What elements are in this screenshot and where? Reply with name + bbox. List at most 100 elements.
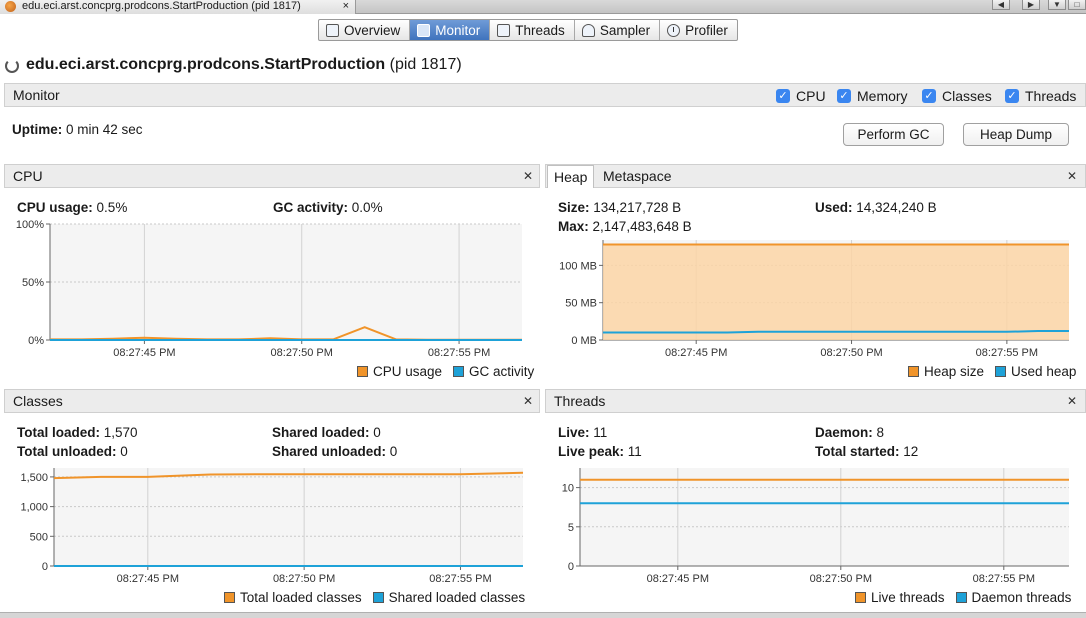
monitor-section-label: Monitor: [13, 87, 60, 103]
y-tick-label: 0: [42, 561, 48, 573]
heap-used-stat: Used: 14,324,240 B: [815, 200, 937, 215]
heap-panel-close-icon[interactable]: ✕: [1067, 169, 1077, 183]
threads-icon: [497, 23, 511, 37]
y-tick-label: 0: [568, 561, 574, 573]
view-tab-strip: Overview Monitor Threads Sampler Profile…: [318, 19, 738, 41]
total-unloaded-label: Total unloaded:: [17, 444, 117, 459]
y-tick-label: 500: [30, 531, 48, 543]
total-loaded-value: 1,570: [103, 425, 138, 440]
daemon-value: 8: [876, 425, 885, 440]
checkmark-icon: ✓: [922, 89, 936, 103]
tab-sampler-label: Sampler: [599, 22, 651, 38]
shared-loaded-swatch: [372, 592, 384, 603]
heap-max-label: Max:: [558, 219, 589, 234]
threads-checkbox-label: Threads: [1025, 88, 1077, 104]
uptime-readout: Uptime: 0 min 42 sec: [12, 122, 143, 137]
cpu-panel-close-icon[interactable]: ✕: [523, 169, 533, 183]
java-app-icon: [5, 1, 16, 12]
heap-legend-used-heap: Used heap: [1011, 364, 1077, 379]
cpu-usage-value: 0.5%: [96, 200, 128, 215]
y-tick-label: 1,000: [20, 502, 48, 514]
threads-legend-daemon: Daemon threads: [971, 590, 1072, 605]
memory-checkbox[interactable]: ✓ Memory: [837, 88, 908, 104]
perform-gc-button[interactable]: Perform GC: [843, 123, 944, 146]
threads-legend: Live threads Daemon threads: [855, 590, 1071, 605]
tab-threads[interactable]: Threads: [490, 20, 575, 40]
tab-list-icon[interactable]: ▼: [1048, 0, 1066, 10]
live-peak-label: Live peak:: [558, 444, 625, 459]
loading-spinner-icon: [5, 59, 19, 73]
tab-threads-label: Threads: [515, 22, 565, 38]
cpu-panel-title: CPU: [13, 168, 43, 184]
classes-chart: 1,500 1,000 500 0 08:27:45 PM 08:27:50 PM 08:2…: [20, 468, 524, 585]
heap-legend: Heap size Used heap: [908, 364, 1076, 379]
threads-panel-close-icon[interactable]: ✕: [1067, 394, 1077, 408]
x-tick-label: 08:27:50 PM: [273, 573, 335, 585]
close-tab-icon[interactable]: ×: [343, 0, 349, 12]
window-maximize-icon[interactable]: □: [1068, 0, 1086, 10]
total-loaded-stat: Total loaded: 1,570: [17, 425, 138, 440]
document-tab[interactable]: edu.eci.arst.concprg.prodcons.StartProdu…: [0, 0, 356, 14]
y-tick-label: 100%: [16, 220, 44, 231]
y-tick-label: 0%: [28, 335, 44, 347]
live-threads-stat: Live: 11: [558, 425, 607, 440]
tab-heap[interactable]: Heap: [547, 165, 595, 188]
x-tick-label: 08:27:50 PM: [810, 573, 872, 585]
scroll-right-icon[interactable]: ▶: [1022, 0, 1040, 10]
heap-dump-button[interactable]: Heap Dump: [963, 123, 1069, 146]
x-tick-label: 08:27:55 PM: [973, 573, 1035, 585]
shared-loaded-label: Shared loaded:: [272, 425, 370, 440]
cpu-legend-gc-activity: GC activity: [469, 364, 535, 379]
total-loaded-swatch: [224, 592, 235, 603]
shared-unloaded-label: Shared unloaded:: [272, 444, 387, 459]
threads-chart: 10 5 0 08:27:45 PM 08:27:50 PM 08:27:55 PM: [562, 468, 1069, 585]
heap-max-stat: Max: 2,147,483,648 B: [558, 219, 692, 234]
scroll-left-icon[interactable]: ◀: [992, 0, 1010, 10]
cpu-checkbox[interactable]: ✓ CPU: [776, 88, 826, 104]
tab-sampler[interactable]: Sampler: [575, 20, 661, 40]
tab-overview-label: Overview: [344, 22, 401, 38]
uptime-label: Uptime:: [12, 122, 63, 137]
live-peak-stat: Live peak: 11: [558, 444, 642, 459]
y-tick-label: 1,500: [20, 472, 48, 484]
classes-legend: Total loaded classes Shared loaded class…: [224, 590, 525, 605]
cpu-usage-stat: CPU usage: 0.5%: [17, 200, 127, 215]
threads-checkbox[interactable]: ✓ Threads: [1005, 88, 1076, 104]
uptime-value: 0 min 42 sec: [66, 122, 143, 137]
x-tick-label: 08:27:50 PM: [271, 347, 333, 359]
shared-loaded-value: 0: [373, 425, 381, 440]
plot-area: [54, 468, 523, 566]
document-tab-title: edu.eci.arst.concprg.prodcons.StartProdu…: [22, 0, 301, 12]
checkmark-icon: ✓: [1005, 89, 1019, 103]
classes-panel-close-icon[interactable]: ✕: [523, 394, 533, 408]
classes-checkbox[interactable]: ✓ Classes: [922, 88, 992, 104]
daemon-threads-swatch: [955, 592, 967, 603]
gc-activity-label: GC activity:: [273, 200, 349, 215]
y-tick-label: 50 MB: [565, 298, 597, 310]
tab-profiler[interactable]: Profiler: [660, 20, 737, 40]
heap-size-stat: Size: 134,217,728 B: [558, 200, 681, 215]
heap-chart: 100 MB 50 MB 0 MB 08:27:45 PM 08:27:50 PM 08:…: [559, 240, 1069, 359]
heap-legend-heap-size: Heap size: [924, 364, 985, 379]
gc-activity-value: 0.0%: [351, 200, 383, 215]
tab-metaspace[interactable]: Metaspace: [597, 165, 677, 188]
status-divider: [0, 612, 1086, 618]
x-tick-label: 08:27:45 PM: [647, 573, 709, 585]
overview-icon: [326, 23, 339, 37]
cpu-legend: CPU usage GC activity: [357, 364, 534, 379]
shared-unloaded-stat: Shared unloaded: 0: [272, 444, 397, 459]
cpu-chart: 100% 50% 0% 08:27:45 PM 08:27:50 PM 08:27:55 …: [16, 220, 522, 359]
classes-panel-header: [4, 389, 540, 413]
total-started-stat: Total started: 12: [815, 444, 918, 459]
heap-used-value: 14,324,240 B: [856, 200, 937, 215]
y-tick-label: 0 MB: [571, 335, 597, 347]
daemon-threads-stat: Daemon: 8: [815, 425, 884, 440]
heap-used-label: Used:: [815, 200, 853, 215]
cpu-panel-header: [4, 164, 540, 188]
live-threads-swatch: [855, 592, 866, 603]
checkmark-icon: ✓: [837, 89, 851, 103]
tab-overview[interactable]: Overview: [319, 20, 411, 40]
tab-monitor[interactable]: Monitor: [410, 20, 491, 40]
x-tick-label: 08:27:45 PM: [117, 573, 179, 585]
live-label: Live:: [558, 425, 590, 440]
